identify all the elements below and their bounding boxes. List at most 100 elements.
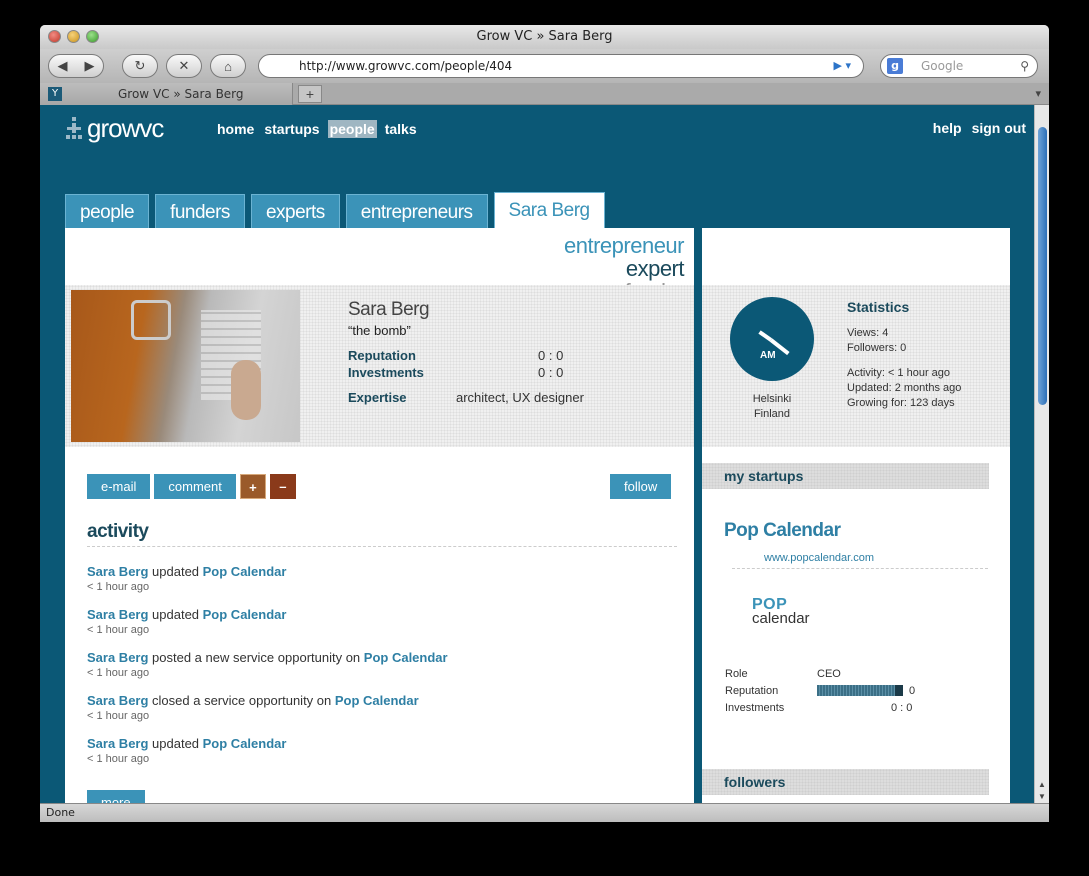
tab-people[interactable]: people <box>65 194 150 228</box>
growvc-logo-icon <box>65 115 83 143</box>
role-label: Role <box>725 667 748 680</box>
close-window-button[interactable] <box>48 30 61 43</box>
location: Helsinki Finland <box>722 392 822 422</box>
zoom-window-button[interactable] <box>86 30 99 43</box>
follow-button[interactable]: follow <box>610 474 672 499</box>
reputation-bar <box>817 685 903 696</box>
browser-tab[interactable]: Y Grow VC » Sara Berg <box>40 83 293 105</box>
forward-button[interactable]: ▶ <box>76 58 103 74</box>
activity-list: Sara Berg updated Pop Calendar < 1 hour … <box>87 564 448 779</box>
local-time-clock-icon: AM <box>730 297 814 381</box>
activity-item: Sara Berg updated Pop Calendar < 1 hour … <box>87 607 448 650</box>
profile-actions: e-mail comment + – <box>87 474 296 499</box>
my-startups-heading: my startups <box>702 463 989 489</box>
growvc-logo[interactable]: growvc <box>65 113 164 144</box>
activity-time: < 1 hour ago <box>87 753 150 765</box>
reload-button[interactable]: ↻ <box>122 54 158 78</box>
stop-button[interactable]: ✕ <box>166 54 202 78</box>
activity-target-link[interactable]: Pop Calendar <box>203 564 287 579</box>
activity-item: Sara Berg updated Pop Calendar < 1 hour … <box>87 736 448 779</box>
minus-button[interactable]: – <box>269 474 296 499</box>
activity-verb: posted a new service opportunity on <box>148 650 364 665</box>
statistics-list: Views: 4 Followers: 0 Activity: < 1 hour… <box>847 326 961 411</box>
stat-activity: Activity: < 1 hour ago <box>847 367 951 379</box>
search-field[interactable]: g Google ⚲ <box>880 54 1038 78</box>
site-nav: home startups people talks <box>215 120 419 138</box>
nav-home[interactable]: home <box>215 120 256 138</box>
activity-target-link[interactable]: Pop Calendar <box>203 736 287 751</box>
activity-user-link[interactable]: Sara Berg <box>87 564 148 579</box>
window-controls <box>48 30 99 43</box>
activity-target-link[interactable]: Pop Calendar <box>203 607 287 622</box>
investments-label: Investments <box>348 365 424 380</box>
magnifier-icon[interactable]: ⚲ <box>1020 55 1029 77</box>
startup-investments-label: Investments <box>725 701 785 714</box>
browser-tab-bar: Y Grow VC » Sara Berg + ▾ <box>40 83 1049 105</box>
nav-people[interactable]: people <box>327 120 377 138</box>
investments-value: 0 : 0 <box>538 365 564 380</box>
address-text: http://www.growvc.com/people/404 <box>299 59 513 73</box>
scrollbar-thumb[interactable] <box>1038 127 1047 405</box>
stat-followers: Followers: 0 <box>847 342 907 354</box>
tab-sara-berg[interactable]: Sara Berg <box>493 192 605 228</box>
nav-help[interactable]: help <box>933 120 962 136</box>
browser-window: Grow VC » Sara Berg ◀ ▶ ↻ ✕ ⌂ http://www… <box>40 25 1049 822</box>
minimize-window-button[interactable] <box>67 30 80 43</box>
profile-stats: Reputation 0 : 0 Investments 0 : 0 Exper… <box>348 348 584 407</box>
activity-user-link[interactable]: Sara Berg <box>87 693 148 708</box>
statistics-box: AM Helsinki Finland Statistics Views: 4 … <box>702 285 1010 447</box>
google-search-icon[interactable]: g <box>887 58 903 74</box>
stat-updated: Updated: 2 months ago <box>847 382 962 394</box>
logo-text: growvc <box>87 113 164 143</box>
tab-menu-icon[interactable]: ▾ <box>1035 87 1041 100</box>
activity-item: Sara Berg closed a service opportunity o… <box>87 693 448 736</box>
activity-user-link[interactable]: Sara Berg <box>87 650 148 665</box>
back-button[interactable]: ◀ <box>49 58 76 74</box>
activity-time: < 1 hour ago <box>87 667 150 679</box>
new-tab-button[interactable]: + <box>298 85 322 103</box>
activity-user-link[interactable]: Sara Berg <box>87 607 148 622</box>
startup-logo[interactable]: POP calendar <box>752 597 810 627</box>
address-bar[interactable]: http://www.growvc.com/people/404 ▶ ▾ <box>258 54 864 78</box>
clock-ampm: AM <box>760 350 776 361</box>
profile-summary: Sara Berg “the bomb” Reputation 0 : 0 In… <box>65 285 694 447</box>
scroll-down-icon[interactable]: ▼ <box>1038 792 1046 801</box>
email-button[interactable]: e-mail <box>87 474 151 499</box>
comment-button[interactable]: comment <box>154 474 236 499</box>
activity-target-link[interactable]: Pop Calendar <box>335 693 419 708</box>
status-bar: Done <box>40 803 1049 822</box>
tab-funders[interactable]: funders <box>155 194 245 228</box>
activity-item: Sara Berg updated Pop Calendar < 1 hour … <box>87 564 448 607</box>
plus-button[interactable]: + <box>239 474 266 499</box>
activity-target-link[interactable]: Pop Calendar <box>364 650 448 665</box>
sidebar-panel: AM Helsinki Finland Statistics Views: 4 … <box>702 228 1010 803</box>
startup-url-link[interactable]: www.popcalendar.com <box>764 552 874 564</box>
role-entrepreneur: entrepreneur <box>564 233 684 258</box>
tab-experts[interactable]: experts <box>250 194 340 228</box>
activity-user-link[interactable]: Sara Berg <box>87 736 148 751</box>
expertise-label: Expertise <box>348 390 407 405</box>
nav-startups[interactable]: startups <box>262 120 321 138</box>
activity-divider <box>87 546 677 547</box>
startup-name-link[interactable]: Pop Calendar <box>724 520 841 542</box>
followers-heading: followers <box>702 769 989 795</box>
window-title: Grow VC » Sara Berg <box>476 29 613 44</box>
nav-talks[interactable]: talks <box>383 120 419 138</box>
startup-logo-line-2: calendar <box>752 610 810 627</box>
scroll-up-icon[interactable]: ▲ <box>1038 780 1046 789</box>
location-country: Finland <box>753 408 791 420</box>
section-tabs: people funders experts entrepreneurs Sar… <box>65 192 605 228</box>
search-placeholder: Google <box>921 59 964 73</box>
tab-entrepreneurs[interactable]: entrepreneurs <box>345 194 488 228</box>
browser-toolbar: ◀ ▶ ↻ ✕ ⌂ http://www.growvc.com/people/4… <box>40 49 1049 83</box>
startup-reputation-value: 0 <box>909 684 916 697</box>
go-icon[interactable]: ▶ ▾ <box>834 55 851 77</box>
role-expert: expert <box>625 256 685 281</box>
vertical-scrollbar[interactable]: ▲ ▼ <box>1034 105 1049 803</box>
more-button[interactable]: more <box>87 790 145 803</box>
title-bar: Grow VC » Sara Berg <box>40 25 1049 49</box>
startup-reputation-label: Reputation <box>725 684 779 697</box>
home-button[interactable]: ⌂ <box>210 54 246 78</box>
nav-sign-out[interactable]: sign out <box>972 120 1026 136</box>
activity-time: < 1 hour ago <box>87 710 150 722</box>
